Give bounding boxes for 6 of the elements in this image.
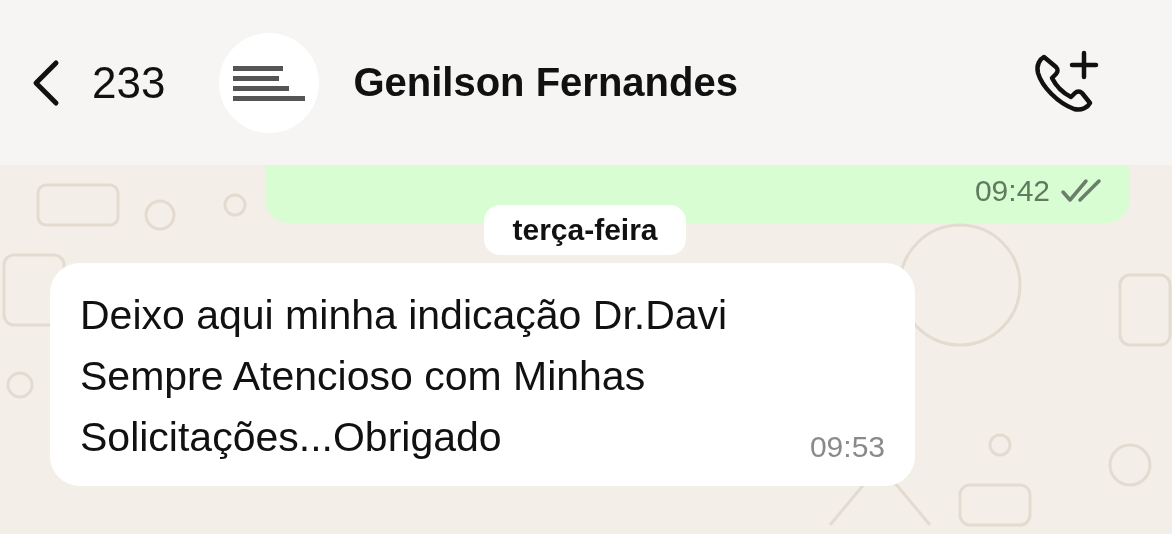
message-time: 09:53 [809, 430, 885, 465]
message-time: 09:42 [974, 174, 1050, 208]
back-button[interactable]: 233 [28, 57, 166, 108]
date-separator: terça-feira [484, 205, 686, 255]
message-text: Deixo aqui minha indicação Dr.Davi Sempre Atencioso com Minhas Solicitações...Obrigado [80, 291, 729, 462]
contact-name[interactable]: Genilson Fernandes [353, 60, 1030, 105]
